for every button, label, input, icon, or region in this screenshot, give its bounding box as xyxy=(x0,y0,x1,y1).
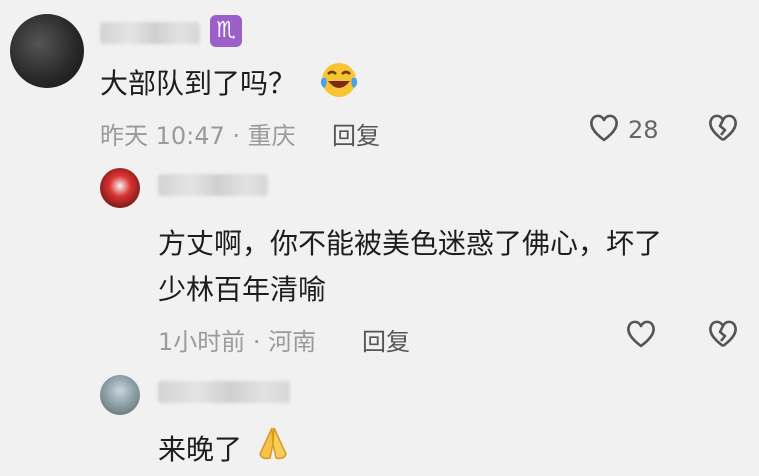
comment-meta: 1小时前 · 河南 xyxy=(158,328,317,356)
broken-heart-icon[interactable] xyxy=(706,113,740,143)
comment-text-line-1: 方丈啊，你不能被美色迷惑了佛心，坏了 xyxy=(158,227,663,260)
avatar[interactable] xyxy=(100,168,140,208)
username-blurred[interactable] xyxy=(100,22,200,44)
comment-text: 大部队到了吗？ xyxy=(100,67,297,100)
laughing-crying-emoji xyxy=(320,63,358,97)
broken-heart-icon[interactable] xyxy=(706,319,740,349)
username-blurred[interactable] xyxy=(158,381,290,403)
heart-icon[interactable] xyxy=(588,113,620,143)
reply-button[interactable]: 回复 xyxy=(332,116,380,151)
avatar[interactable] xyxy=(10,14,84,88)
comment-text-line-2: 少林百年清喻 xyxy=(158,273,327,306)
comment-text: 来晚了 xyxy=(158,433,243,466)
username-blurred[interactable] xyxy=(158,174,268,196)
like-count: 28 xyxy=(628,116,659,144)
scorpio-icon: ♏ xyxy=(210,15,242,47)
avatar[interactable] xyxy=(100,375,140,415)
reply-button[interactable]: 回复 xyxy=(362,322,410,357)
praying-hands-emoji xyxy=(259,427,287,460)
comment-meta: 昨天 10:47 · 重庆 xyxy=(100,122,296,150)
heart-icon[interactable] xyxy=(625,319,657,349)
